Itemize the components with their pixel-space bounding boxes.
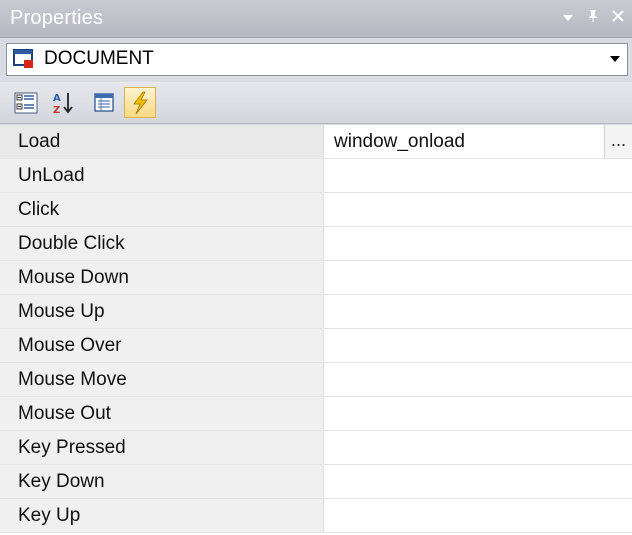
grid-row-double-click[interactable]: Double Click bbox=[0, 227, 632, 261]
categorized-button[interactable] bbox=[10, 87, 42, 118]
document-object-icon bbox=[13, 49, 33, 68]
grid-row-mouse-down[interactable]: Mouse Down bbox=[0, 261, 632, 295]
event-name: Mouse Down bbox=[0, 261, 324, 294]
event-name: Double Click bbox=[0, 227, 324, 260]
object-selector-area: DOCUMENT bbox=[0, 38, 632, 82]
alphabetical-sort-icon: A Z bbox=[53, 92, 73, 116]
window-position-button[interactable] bbox=[555, 4, 581, 32]
grid-row-unload[interactable]: UnLoad bbox=[0, 159, 632, 193]
lightning-events-icon bbox=[133, 91, 148, 114]
pin-icon bbox=[589, 10, 597, 22]
event-value-field[interactable] bbox=[324, 159, 632, 192]
selected-object-label: DOCUMENT bbox=[44, 48, 154, 69]
property-pages-icon bbox=[94, 92, 114, 112]
object-selector-dropdown[interactable]: DOCUMENT bbox=[6, 43, 628, 76]
close-icon bbox=[612, 10, 624, 22]
event-value-field[interactable] bbox=[324, 295, 632, 328]
pin-button[interactable] bbox=[580, 4, 606, 32]
event-name: Key Pressed bbox=[0, 431, 324, 464]
panel-title: Properties bbox=[10, 7, 104, 29]
event-name: Key Down bbox=[0, 465, 324, 498]
dropdown-arrow[interactable] bbox=[605, 44, 625, 75]
event-name: Load bbox=[0, 125, 324, 158]
grid-row-click[interactable]: Click bbox=[0, 193, 632, 227]
event-value-field[interactable] bbox=[324, 193, 632, 226]
event-value-field[interactable] bbox=[324, 499, 632, 532]
panel-title-bar: Properties bbox=[0, 0, 632, 38]
event-value-field[interactable] bbox=[324, 431, 632, 464]
close-button[interactable] bbox=[605, 4, 631, 32]
event-value-field[interactable] bbox=[324, 397, 632, 430]
event-name: Mouse Move bbox=[0, 363, 324, 396]
categorized-icon bbox=[14, 92, 38, 113]
event-grid: Load window_onload ... UnLoad Click Doub… bbox=[0, 124, 632, 535]
event-value-field[interactable] bbox=[324, 227, 632, 260]
event-value-field[interactable] bbox=[324, 261, 632, 294]
alphabetical-button[interactable]: A Z bbox=[47, 87, 79, 118]
svg-text:Z: Z bbox=[53, 105, 60, 116]
grid-row-key-pressed[interactable]: Key Pressed bbox=[0, 431, 632, 465]
event-name: Key Up bbox=[0, 499, 324, 532]
properties-button[interactable] bbox=[88, 87, 120, 118]
grid-row-mouse-up[interactable]: Mouse Up bbox=[0, 295, 632, 329]
grid-row-mouse-out[interactable]: Mouse Out bbox=[0, 397, 632, 431]
event-value-field[interactable] bbox=[324, 363, 632, 396]
grid-row-key-up[interactable]: Key Up bbox=[0, 499, 632, 533]
svg-text:A: A bbox=[53, 93, 61, 104]
event-name: Mouse Over bbox=[0, 329, 324, 362]
event-value-field[interactable] bbox=[324, 329, 632, 362]
chevron-down-icon bbox=[563, 15, 573, 21]
event-name: Mouse Out bbox=[0, 397, 324, 430]
properties-panel: Properties DOCUMENT A Z Load window_onlo… bbox=[0, 0, 632, 535]
event-name: Mouse Up bbox=[0, 295, 324, 328]
ellipsis-button[interactable]: ... bbox=[604, 125, 632, 158]
event-value-field[interactable]: window_onload bbox=[324, 125, 632, 158]
chevron-down-icon bbox=[610, 56, 620, 62]
events-button[interactable] bbox=[124, 87, 156, 118]
event-name: UnLoad bbox=[0, 159, 324, 192]
grid-row-key-down[interactable]: Key Down bbox=[0, 465, 632, 499]
event-name: Click bbox=[0, 193, 324, 226]
properties-toolbar: A Z bbox=[0, 82, 632, 124]
grid-row-mouse-move[interactable]: Mouse Move bbox=[0, 363, 632, 397]
event-value-field[interactable] bbox=[324, 465, 632, 498]
grid-row-load[interactable]: Load window_onload ... bbox=[0, 125, 632, 159]
grid-row-mouse-over[interactable]: Mouse Over bbox=[0, 329, 632, 363]
